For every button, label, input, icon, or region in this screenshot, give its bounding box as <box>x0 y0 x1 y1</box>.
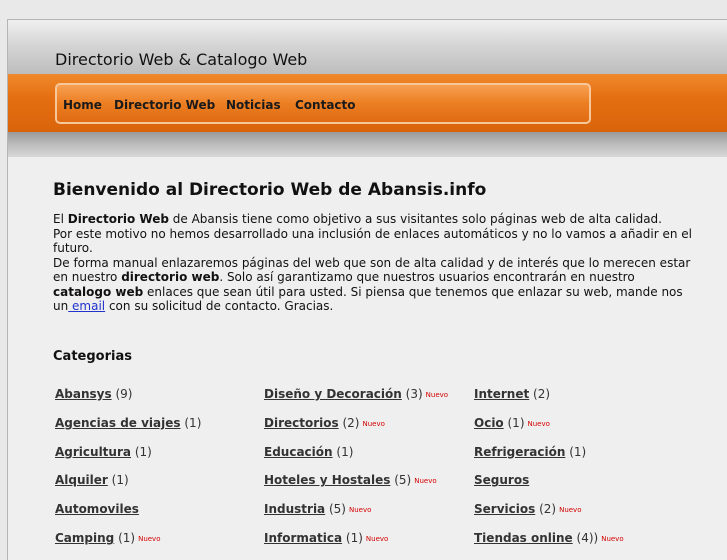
category-link[interactable]: Hoteles y Hostales <box>264 473 390 487</box>
new-badge: Nuevo <box>425 391 449 399</box>
category-count: (1) <box>111 473 129 488</box>
category-link[interactable]: Industria <box>264 502 325 516</box>
site-title: Directorio Web & Catalogo Web <box>55 50 308 69</box>
category-link[interactable]: Automoviles <box>55 502 139 516</box>
category-link[interactable]: Camping <box>55 531 114 545</box>
intro-p3-c: . Solo así garantizamo que nuestros usua… <box>219 270 635 284</box>
page-title: Bienvenido al Directorio Web de Abansis.… <box>53 180 487 200</box>
category-item: Seguros <box>474 473 529 487</box>
category-count: (9) <box>115 387 133 401</box>
intro-p2: Por este motivo no hemos desarrollado un… <box>53 226 692 256</box>
category-count: (1) <box>336 444 354 459</box>
category-item: Agricultura (1) <box>55 445 152 459</box>
category-count: (3) <box>405 387 423 401</box>
category-item: Alquiler (1) <box>55 473 129 487</box>
category-item: Refrigeración (1) <box>474 445 586 459</box>
intro-p3-bold-directorio: directorio web <box>121 270 220 284</box>
category-link[interactable]: Agricultura <box>55 445 131 459</box>
header-bottom-band <box>8 132 727 157</box>
category-item: Ocio (1) Nuevo <box>474 416 550 430</box>
category-count: (4)) <box>576 531 599 545</box>
category-link[interactable]: Diseño y Decoración <box>264 387 402 401</box>
category-count: (1) <box>507 415 525 430</box>
new-badge: Nuevo <box>414 477 437 486</box>
category-count: (2) <box>533 387 551 401</box>
category-item: Tiendas online (4)) Nuevo <box>474 531 624 545</box>
category-count: (1) <box>569 444 587 459</box>
category-count: (2) <box>539 502 557 517</box>
category-item: Servicios (2) Nuevo <box>474 502 581 516</box>
category-item: Camping (1) Nuevo <box>55 531 160 545</box>
category-count: (5) <box>394 473 412 488</box>
category-item: Abansys (9) <box>55 387 132 401</box>
category-item: Internet (2) <box>474 387 550 401</box>
new-badge: Nuevo <box>601 535 624 543</box>
new-badge: Nuevo <box>527 419 550 428</box>
intro-p3-f: con su solicitud de contacto. Gracias. <box>105 299 334 313</box>
category-link[interactable]: Ocio <box>474 416 504 430</box>
intro-p1-c: de Abansis tiene como objetivo a sus vis… <box>168 212 662 226</box>
category-item: Educación (1) <box>264 445 353 459</box>
category-item: Agencias de viajes (1) <box>55 416 201 430</box>
category-link[interactable]: Educación <box>264 445 333 459</box>
new-badge: Nuevo <box>138 535 161 543</box>
new-badge: Nuevo <box>348 506 372 515</box>
category-count: (5) <box>328 502 346 517</box>
category-count: (1) <box>118 531 136 545</box>
category-item: Industria (5) Nuevo <box>264 502 371 516</box>
category-link[interactable]: Tiendas online <box>474 531 573 545</box>
category-link[interactable]: Directorios <box>264 416 339 430</box>
category-link[interactable]: Informatica <box>264 531 342 545</box>
main-nav: Home Directorio Web Noticias Contacto <box>55 83 591 124</box>
category-item: Diseño y Decoración (3) Nuevo <box>264 387 448 401</box>
intro-p1-bold: Directorio Web <box>67 212 169 226</box>
category-item: Informatica (1) Nuevo <box>264 531 388 545</box>
category-item: Automoviles <box>55 502 139 516</box>
nav-directorio-web[interactable]: Directorio Web <box>114 98 215 112</box>
page-frame: Directorio Web & Catalogo Web Home Direc… <box>7 19 727 560</box>
category-link[interactable]: Servicios <box>474 502 535 516</box>
intro-p3-bold-catalogo: catalogo web <box>53 284 144 299</box>
category-count: (1) <box>345 531 363 545</box>
nav-contacto[interactable]: Contacto <box>295 98 356 112</box>
new-badge: Nuevo <box>559 506 582 515</box>
new-badge: Nuevo <box>365 535 389 543</box>
categories-heading: Categorias <box>53 349 132 364</box>
nav-home[interactable]: Home <box>63 98 102 112</box>
category-link[interactable]: Internet <box>474 387 529 401</box>
intro-text: El Directorio Web de Abansis tiene como … <box>53 212 693 314</box>
category-link[interactable]: Abansys <box>55 387 112 401</box>
category-item: Hoteles y Hostales (5) Nuevo <box>264 473 437 487</box>
category-link[interactable]: Seguros <box>474 473 529 487</box>
category-link[interactable]: Agencias de viajes <box>55 416 181 430</box>
category-count: (2) <box>342 415 360 430</box>
nav-noticias[interactable]: Noticias <box>226 98 281 112</box>
category-count: (1) <box>184 415 202 430</box>
header: Directorio Web & Catalogo Web <box>8 20 727 74</box>
category-link[interactable]: Alquiler <box>55 473 108 487</box>
email-link[interactable]: email <box>68 299 105 313</box>
category-link[interactable]: Refrigeración <box>474 445 565 459</box>
new-badge: Nuevo <box>362 419 385 428</box>
category-count: (1) <box>134 444 152 459</box>
category-item: Directorios (2) Nuevo <box>264 416 385 430</box>
intro-p1-a: El <box>53 212 68 226</box>
